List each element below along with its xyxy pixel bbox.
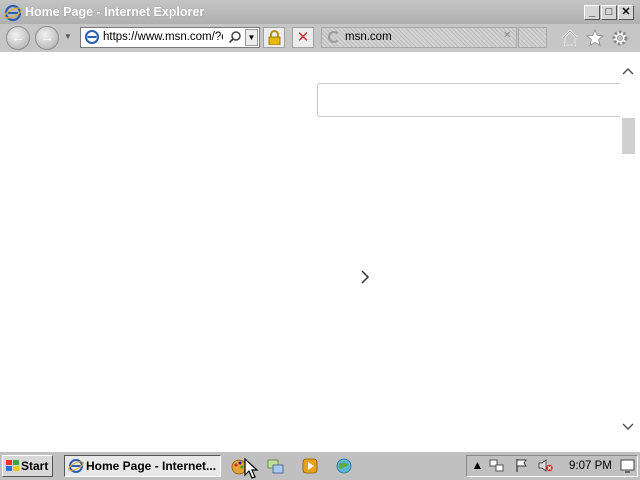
msn-search-input[interactable] [317, 83, 622, 117]
loading-spinner-icon [328, 31, 340, 43]
globe-app-icon[interactable] [335, 457, 353, 475]
start-label: Start [21, 459, 49, 473]
mouse-cursor-icon [244, 458, 259, 479]
tab-close-icon[interactable]: ✕ [503, 30, 511, 41]
windows-flag-icon [6, 460, 19, 471]
new-tab-button[interactable] [518, 27, 547, 48]
minimize-button[interactable]: _ [584, 5, 600, 20]
maximize-button[interactable]: □ [601, 5, 617, 20]
address-dropdown-button[interactable]: ▼ [245, 29, 258, 46]
action-center-flag-icon[interactable] [514, 458, 529, 473]
close-button[interactable]: ✕ [618, 5, 634, 20]
forward-button[interactable]: → [35, 26, 59, 50]
site-ie-icon [85, 30, 99, 44]
stop-button[interactable]: ✕ [292, 27, 314, 48]
security-lock-button[interactable] [263, 27, 285, 48]
tray-expand-chevron-icon[interactable]: ▲ [470, 458, 485, 473]
ie-logo-icon [4, 4, 22, 22]
carousel-next-arrow-icon[interactable] [358, 268, 372, 286]
scrollbar-thumb[interactable] [622, 118, 635, 154]
show-desktop-icon[interactable] [620, 458, 635, 473]
volume-muted-icon[interactable] [538, 458, 553, 473]
window-title: Home Page - Internet Explorer [25, 5, 205, 19]
scroll-down-arrow-icon[interactable] [622, 420, 634, 432]
lock-icon [268, 30, 281, 45]
stop-icon: ✕ [296, 29, 310, 46]
taskbar-ie-label: Home Page - Internet... [86, 459, 217, 473]
back-button[interactable]: ← [6, 26, 30, 50]
home-icon[interactable] [560, 28, 580, 48]
tab-title: msn.com [345, 31, 392, 43]
ie-task-icon [68, 459, 84, 473]
recent-pages-dropdown[interactable]: ▼ [64, 32, 74, 42]
favorites-star-icon[interactable] [585, 28, 605, 48]
media-player-icon[interactable] [301, 457, 319, 475]
settings-gear-icon[interactable] [610, 28, 630, 48]
scroll-up-arrow-icon[interactable] [622, 66, 634, 78]
address-field[interactable]: https://www.msn.com/?c [103, 31, 223, 43]
back-icon: ← [11, 29, 25, 45]
network-status-icon[interactable] [489, 458, 504, 473]
taskbar-clock[interactable]: 9:07 PM [569, 460, 612, 472]
search-icon[interactable] [228, 30, 242, 44]
network-app-icon[interactable] [266, 457, 284, 475]
forward-icon: → [40, 29, 54, 45]
